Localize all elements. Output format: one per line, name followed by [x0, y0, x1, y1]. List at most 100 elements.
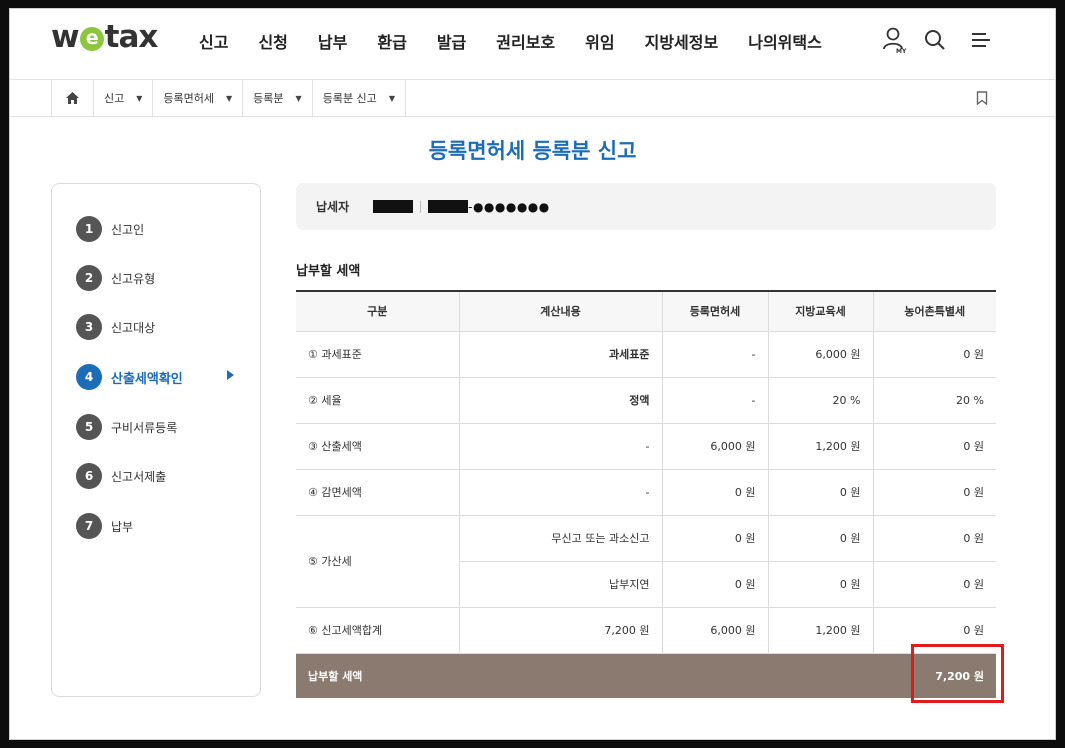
row-education-tax: 6,000 원 — [768, 331, 874, 378]
step-6: 6 신고서제출 — [76, 462, 166, 490]
menu-item-issue[interactable]: 발급 — [437, 29, 466, 53]
page-title: 등록면허세 등록분 신고 — [428, 139, 637, 163]
table-row: ⑥ 신고세액합계 7,200 원 6,000 원 1,200 원 0 원 — [296, 607, 996, 654]
page-frame: w e tax 신고 신청 납부 환급 발급 권리보호 위임 지방세정보 나의위택스… — [9, 8, 1056, 740]
row-registration-tax: - — [662, 331, 769, 378]
menu-item-report[interactable]: 신고 — [199, 29, 228, 53]
row-calc: 무신고 또는 과소신고 — [459, 515, 663, 562]
column-header: 등록면허세 — [662, 291, 769, 332]
row-calc: 과세표준 — [459, 331, 663, 378]
step-5: 5 구비서류등록 — [76, 413, 177, 441]
breadcrumb-item-registration[interactable]: 등록분 ▼ — [243, 80, 313, 116]
row-registration-tax: - — [662, 377, 769, 424]
step-number: 3 — [76, 314, 102, 340]
row-registration-tax: 6,000 원 — [662, 423, 769, 470]
row-calc: 납부지연 — [459, 561, 663, 608]
breadcrumb-label: 신고 — [104, 92, 125, 105]
step-2: 2 신고유형 — [76, 264, 155, 292]
column-header: 지방교육세 — [768, 291, 874, 332]
row-registration-tax: 0 원 — [662, 515, 769, 562]
header-icons: MY — [881, 25, 995, 55]
logo-text-e: e — [79, 27, 104, 51]
menu-item-pay[interactable]: 납부 — [318, 29, 347, 53]
step-number: 4 — [76, 364, 102, 390]
column-header: 계산내용 — [459, 291, 663, 332]
table-row: ① 과세표준 과세표준 - 6,000 원 0 원 — [296, 331, 996, 378]
step-label: 신고유형 — [111, 271, 156, 286]
table-header-row: 구분 계산내용 등록면허세 지방교육세 농어촌특별세 — [296, 291, 996, 332]
breadcrumb: 신고 ▼ 등록면허세 ▼ 등록분 ▼ 등록분 신고 ▼ — [10, 80, 1055, 117]
step-1: 1 신고인 — [76, 215, 144, 243]
logo-text-w: w — [51, 19, 80, 55]
taxpayer-box: 납세자 -●●●●●●● — [296, 183, 996, 230]
row-rural-tax: 0 원 — [873, 515, 996, 562]
taxpayer-label: 납세자 — [316, 200, 350, 214]
menu-item-my-wetax[interactable]: 나의위택스 — [748, 29, 822, 53]
caret-down-icon: ▼ — [226, 93, 233, 103]
logo-text-tax: tax — [104, 19, 159, 55]
breadcrumb-label: 등록분 신고 — [322, 92, 377, 105]
my-page-icon[interactable]: MY — [881, 25, 909, 55]
step-label: 신고인 — [111, 222, 145, 237]
row-registration-tax: 6,000 원 — [662, 607, 769, 654]
menu-item-local-tax-info[interactable]: 지방세정보 — [645, 29, 719, 53]
section-title: 납부할 세액 — [296, 264, 361, 279]
table-row: ③ 산출세액 - 6,000 원 1,200 원 0 원 — [296, 423, 996, 470]
step-label: 납부 — [111, 519, 134, 534]
step-navigator: 1 신고인 2 신고유형 3 신고대상 4 산출세액확인 5 구비서류등록 6 신고서제출 … — [51, 183, 261, 697]
menu-item-refund[interactable]: 환급 — [377, 29, 406, 53]
hamburger-menu-icon[interactable] — [967, 25, 995, 55]
home-icon[interactable] — [52, 80, 94, 116]
step-number: 2 — [76, 265, 102, 291]
step-label: 구비서류등록 — [111, 420, 178, 435]
row-category: ⑥ 신고세액합계 — [296, 607, 460, 654]
row-rural-tax: 0 원 — [873, 561, 996, 608]
caret-down-icon: ▼ — [136, 93, 143, 103]
row-rural-tax: 0 원 — [873, 423, 996, 470]
my-label: MY — [896, 48, 907, 54]
row-education-tax: 1,200 원 — [768, 607, 874, 654]
row-education-tax: 0 원 — [768, 561, 874, 608]
breadcrumb-items: 신고 ▼ 등록면허세 ▼ 등록분 ▼ 등록분 신고 ▼ — [51, 80, 406, 116]
row-education-tax: 0 원 — [768, 469, 874, 516]
row-rural-tax: 0 원 — [873, 331, 996, 378]
menu-item-rights[interactable]: 권리보호 — [496, 29, 555, 53]
column-header: 농어촌특별세 — [873, 291, 996, 332]
search-icon[interactable] — [921, 25, 949, 55]
step-label: 신고서제출 — [111, 469, 167, 484]
step-4-current: 4 산출세액확인 — [76, 363, 183, 391]
table-row: ⑤ 가산세 무신고 또는 과소신고 0 원 0 원 0 원 — [296, 515, 996, 608]
breadcrumb-label: 등록분 — [253, 92, 284, 105]
step-number: 6 — [76, 463, 102, 489]
breadcrumb-item-registration-report[interactable]: 등록분 신고 ▼ — [313, 80, 406, 116]
table-row: ② 세율 정액 - 20 % 20 % — [296, 377, 996, 424]
breadcrumb-item-license-tax[interactable]: 등록면허세 ▼ — [153, 80, 244, 116]
row-education-tax: 1,200 원 — [768, 423, 874, 470]
wetax-logo[interactable]: w e tax — [51, 19, 159, 55]
row-calc: - — [459, 423, 663, 470]
step-7: 7 납부 — [76, 512, 133, 540]
taxpayer-name-redacted — [373, 200, 414, 213]
breadcrumb-item-report[interactable]: 신고 ▼ — [94, 80, 154, 116]
row-calc: 정액 — [459, 377, 663, 424]
breadcrumb-label: 등록면허세 — [163, 92, 215, 105]
total-amount: 7,200 원 — [873, 653, 996, 698]
row-calc: - — [459, 469, 663, 516]
step-3: 3 신고대상 — [76, 313, 155, 341]
row-calc: 7,200 원 — [459, 607, 663, 654]
menu-item-apply[interactable]: 신청 — [258, 29, 287, 53]
total-label: 납부할 세액 — [296, 653, 873, 698]
table-row: ④ 감면세액 - 0 원 0 원 0 원 — [296, 469, 996, 516]
row-rural-tax: 20 % — [873, 377, 996, 424]
row-category: ⑤ 가산세 — [296, 515, 460, 608]
bookmark-icon[interactable] — [976, 90, 988, 109]
row-category: ① 과세표준 — [296, 331, 460, 378]
current-step-arrow-icon — [227, 370, 234, 380]
divider — [420, 200, 422, 213]
taxpayer-id-redacted — [428, 200, 469, 213]
main-menu: 신고 신청 납부 환급 발급 권리보호 위임 지방세정보 나의위택스 — [199, 29, 852, 53]
row-registration-tax: 0 원 — [662, 469, 769, 516]
menu-item-delegate[interactable]: 위임 — [585, 29, 614, 53]
taxpayer-id-masked: -●●●●●●● — [468, 199, 550, 214]
step-label: 산출세액확인 — [111, 371, 183, 387]
